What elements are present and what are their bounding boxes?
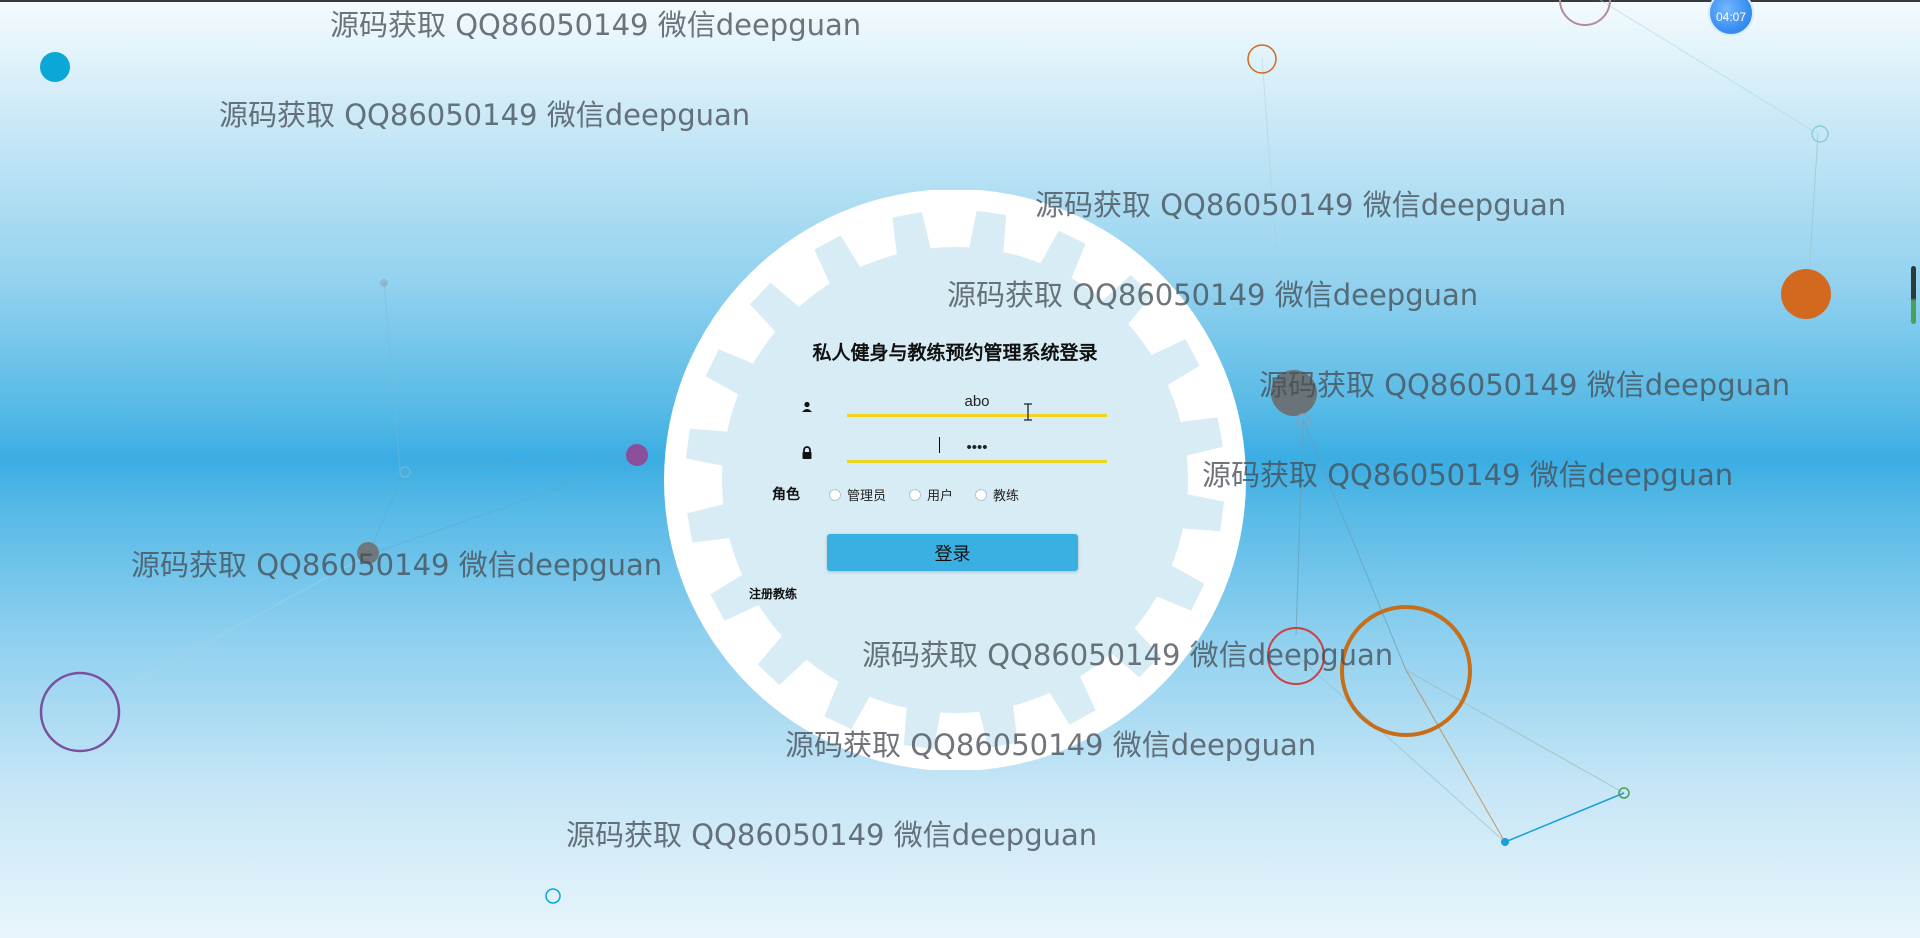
- role-option-label: 用户: [927, 489, 954, 504]
- role-label: 角色: [772, 487, 800, 503]
- role-option-label: 教练: [993, 489, 1020, 504]
- username-input[interactable]: [847, 388, 1107, 417]
- time-text: 04:07: [1715, 10, 1747, 24]
- user-icon: [801, 400, 815, 414]
- role-radio-user[interactable]: 用户: [909, 485, 953, 504]
- role-option-label: 管理员: [847, 489, 887, 504]
- radio-circle[interactable]: [975, 488, 987, 501]
- login-title: 私人健身与教练预约管理系统登录: [812, 342, 1098, 364]
- radio-circle[interactable]: [829, 488, 841, 501]
- register-coach-link[interactable]: 注册教练: [749, 585, 797, 602]
- login-panel: 私人健身与教练预约管理系统登录 角色 管理员 用户 教练 登录 注册教练: [660, 190, 1250, 770]
- lock-icon: [801, 446, 815, 460]
- password-input[interactable]: [847, 434, 1107, 463]
- role-radio-admin[interactable]: 管理员: [829, 485, 886, 504]
- radio-circle[interactable]: [909, 488, 921, 501]
- text-cursor: [939, 437, 940, 453]
- login-button[interactable]: 登录: [827, 534, 1078, 571]
- scrollbar-thumb[interactable]: [1911, 266, 1916, 324]
- ibeam-cursor-icon: [1024, 403, 1032, 421]
- role-radio-coach[interactable]: 教练: [975, 485, 1019, 504]
